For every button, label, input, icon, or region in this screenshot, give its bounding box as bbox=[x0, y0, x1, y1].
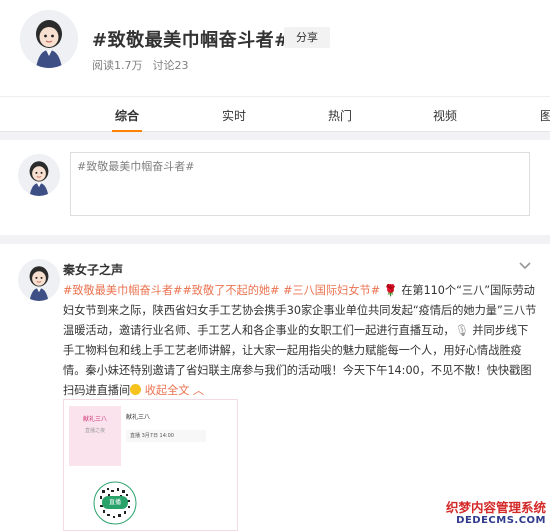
page-title: #致敬最美巾帼奋斗者# bbox=[92, 30, 290, 51]
topic-stats: 阅读1.7万 讨论23 bbox=[92, 57, 189, 73]
poster-left-title: 献礼三八 bbox=[82, 416, 107, 423]
share-button[interactable]: 分享 bbox=[284, 27, 330, 48]
author-name[interactable]: 秦女子之声 bbox=[63, 261, 123, 278]
watermark-en: DEDECMS.COM bbox=[456, 515, 546, 526]
feed-post: 秦女子之声 #致敬最美巾帼奋斗者##致敬了不起的她# #三八国际妇女节# 🌹 在… bbox=[0, 244, 550, 532]
live-badge: 直播 bbox=[102, 496, 128, 509]
watermark: 织梦内容管理系统 DEDECMS.COM bbox=[432, 497, 550, 532]
read-count: 阅读1.7万 bbox=[92, 59, 143, 72]
topic-header: #致敬最美巾帼奋斗者# 分享 阅读1.7万 讨论23 bbox=[0, 0, 550, 96]
hashtag-link[interactable]: #致敬最美巾帼奋斗者# bbox=[63, 284, 182, 297]
poster-left-subtitle: 直播之夜 bbox=[84, 428, 105, 434]
microphone-icon: 🎙 bbox=[454, 324, 469, 337]
hashtag-link[interactable]: #致敬了不起的她# bbox=[182, 284, 279, 297]
user-avatar[interactable] bbox=[18, 154, 60, 196]
discussion-count: 讨论23 bbox=[152, 59, 189, 72]
watermark-cn: 织梦内容管理系统 bbox=[445, 500, 546, 515]
chevron-down-icon[interactable] bbox=[518, 261, 532, 271]
tab-image[interactable]: 图 bbox=[540, 107, 550, 124]
author-avatar[interactable] bbox=[18, 259, 60, 301]
tab-video[interactable]: 视频 bbox=[433, 107, 457, 124]
hashtag-link[interactable]: #三八国际妇女节# bbox=[283, 284, 380, 297]
poster-right-title: 献礼三八 bbox=[126, 414, 151, 421]
chevron-up-icon[interactable]: ︿ bbox=[189, 384, 204, 397]
tab-realtime[interactable]: 实时 bbox=[222, 107, 246, 124]
tab-comprehensive[interactable]: 综合 bbox=[115, 107, 139, 124]
poster-date: 直播 3月7日 14:00 bbox=[126, 430, 206, 442]
post-body: #致敬最美巾帼奋斗者##致敬了不起的她# #三八国际妇女节# 🌹 在第110个“… bbox=[63, 281, 537, 401]
tab-hot[interactable]: 热门 bbox=[328, 107, 352, 124]
topic-tabs: 综合 实时 热门 视频 图 bbox=[0, 96, 550, 132]
smile-emoji-icon bbox=[130, 384, 142, 395]
post-image[interactable]: 献礼三八 直播之夜 献礼三八 直播 3月7日 14:00 直播 bbox=[63, 399, 238, 531]
post-composer: #致敬最美巾帼奋斗者# bbox=[0, 140, 550, 235]
topic-avatar[interactable] bbox=[20, 10, 78, 68]
rose-icon: 🌹 bbox=[383, 284, 398, 297]
poster-left-panel: 献礼三八 直播之夜 bbox=[69, 406, 121, 466]
collapse-text-link[interactable]: 收起全文 bbox=[145, 384, 190, 397]
poster-right-panel: 献礼三八 直播 3月7日 14:00 bbox=[126, 406, 234, 466]
compose-textarea[interactable]: #致敬最美巾帼奋斗者# bbox=[70, 152, 530, 216]
active-tab-indicator bbox=[112, 130, 142, 132]
